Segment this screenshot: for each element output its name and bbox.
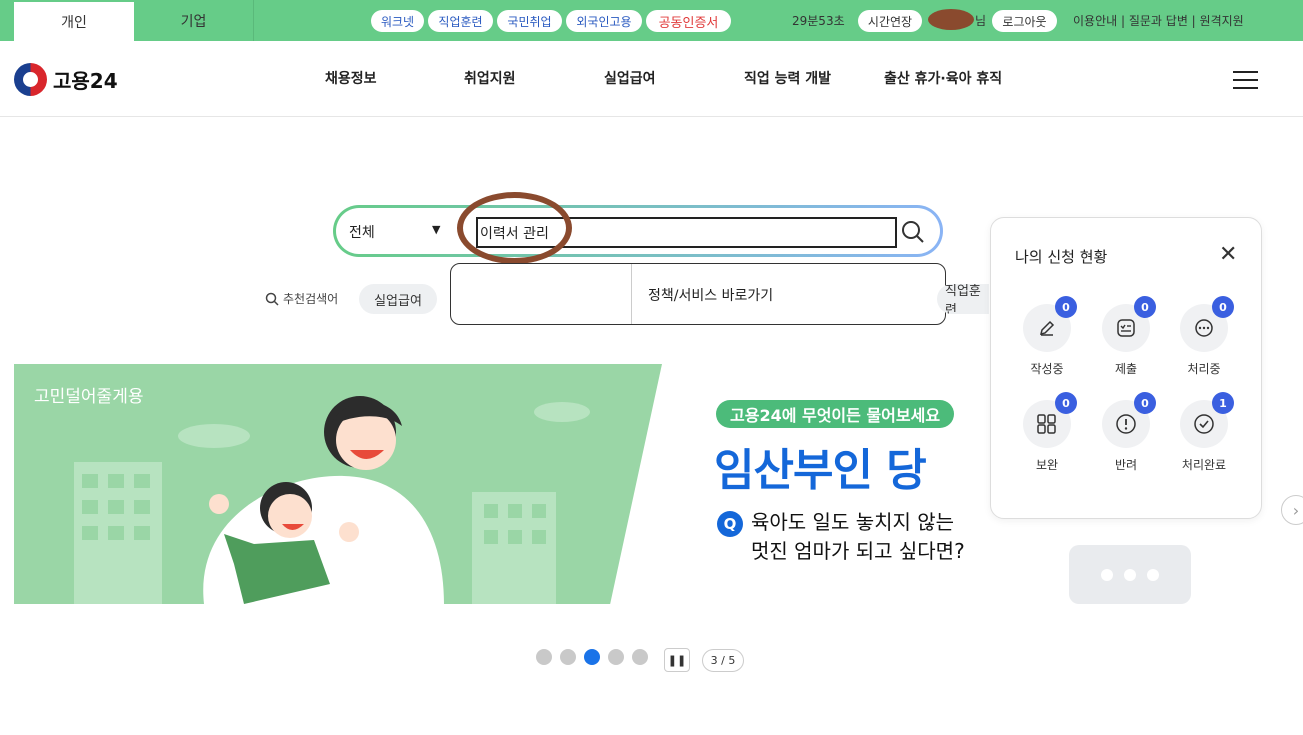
- status-label: 처리완료: [1181, 458, 1227, 472]
- checklist-icon: 0: [1102, 296, 1156, 352]
- carousel-pager: 3 / 5: [702, 649, 744, 672]
- chat-bubble-icon: [1069, 545, 1191, 604]
- grid-icon: 0: [1023, 392, 1077, 448]
- nav-item-jobs[interactable]: 채용정보: [325, 68, 377, 88]
- recommended-keywords: 추천검색어: [265, 290, 338, 307]
- alert-icon: 0: [1102, 392, 1156, 448]
- taegeuk-logo-icon: [14, 63, 47, 96]
- policy-service-shortcut[interactable]: 정책/서비스 바로가기: [648, 285, 773, 305]
- status-label: 제출: [1114, 362, 1138, 376]
- quick-link-foreign-employment[interactable]: 외국인고용: [566, 10, 642, 32]
- dropdown-divider: [631, 264, 632, 324]
- main-header: 고용24 채용정보 취업지원 실업급여 직업 능력 개발 출산 휴가·육아 휴직: [0, 41, 1303, 117]
- top-bar: 개인 기업 워크넷 직업훈련 국민취업 외국인고용 공동인증서 29분53초 시…: [0, 0, 1303, 41]
- banner-question-line1: 육아도 일도 놓치지 않는: [751, 510, 955, 534]
- count-badge: 0: [1212, 296, 1234, 318]
- nav-item-parental-leave[interactable]: 출산 휴가·육아 휴직: [884, 68, 1002, 88]
- quick-link-training[interactable]: 직업훈련: [428, 10, 493, 32]
- carousel-dot-active[interactable]: [584, 649, 600, 665]
- nav-item-unemployment-benefit[interactable]: 실업급여: [604, 68, 656, 88]
- pencil-icon: 0: [1023, 296, 1077, 352]
- banner-corner-title: 고민덜어줄게용: [34, 387, 144, 407]
- count-badge: 0: [1134, 296, 1156, 318]
- count-badge: 0: [1055, 296, 1077, 318]
- keyword-chip[interactable]: 직업훈련: [937, 284, 989, 314]
- search-small-icon: [265, 292, 279, 306]
- menu-icon[interactable]: [1233, 71, 1258, 89]
- banner-question-badge: 고용24에 무엇이든 물어보세요: [716, 400, 955, 428]
- status-label: 처리중: [1187, 362, 1221, 376]
- keyword-chip[interactable]: 실업급여: [359, 284, 437, 314]
- status-item-supplement[interactable]: 0 보완: [1017, 392, 1077, 473]
- extend-time-button[interactable]: 시간연장: [858, 10, 922, 32]
- status-label: 반려: [1114, 458, 1138, 472]
- nav-item-vocational-training[interactable]: 직업 능력 개발: [744, 68, 831, 88]
- status-item-completed[interactable]: 1 처리완료: [1174, 392, 1234, 473]
- search-autocomplete-dropdown: 정책/서비스 바로가기: [450, 263, 946, 325]
- ellipsis-icon: 0: [1180, 296, 1234, 352]
- link-qna[interactable]: 질문과 답변: [1129, 14, 1188, 28]
- chevron-right-icon[interactable]: ›: [1281, 495, 1303, 525]
- session-timer: 29분53초: [792, 14, 845, 28]
- status-item-processing[interactable]: 0 처리중: [1174, 296, 1234, 377]
- nav-item-employment-support[interactable]: 취업지원: [464, 68, 516, 88]
- status-item-writing[interactable]: 0 작성중: [1017, 296, 1077, 377]
- link-remote-support[interactable]: 원격지원: [1200, 14, 1244, 28]
- status-label: 보완: [1035, 458, 1059, 472]
- status-item-rejected[interactable]: 0 반려: [1096, 392, 1156, 473]
- pause-icon[interactable]: ❚❚: [664, 648, 690, 672]
- link-usage-guide[interactable]: 이용안내: [1073, 14, 1117, 28]
- search-bar: 전체 ▼: [333, 205, 943, 257]
- top-links: 이용안내 | 질문과 답변 | 원격지원: [1073, 12, 1244, 29]
- carousel-dot[interactable]: [632, 649, 648, 665]
- search-category-select[interactable]: 전체: [349, 222, 375, 242]
- logo-text: 고용24: [53, 69, 118, 93]
- application-status-panel: 나의 신청 현황 ✕ 0 작성중 0 제출 0 처리중 0 보완 0 반려 1 …: [990, 217, 1262, 519]
- carousel-dots: [536, 649, 648, 665]
- close-icon[interactable]: ✕: [1219, 242, 1237, 267]
- link-separator: |: [1187, 14, 1200, 28]
- status-label: 작성중: [1030, 362, 1064, 376]
- banner-question-line2: 멋진 엄마가 되고 싶다면?: [751, 538, 965, 563]
- dropdown-arrow-icon[interactable]: ▼: [432, 223, 440, 236]
- panel-title: 나의 신청 현황: [1015, 248, 1108, 266]
- carousel-dot[interactable]: [608, 649, 624, 665]
- quick-link-certificate[interactable]: 공동인증서: [646, 10, 731, 32]
- banner-question: Q 육아도 일도 놓치지 않는 멋진 엄마가 되고 싶다면?: [717, 508, 965, 565]
- tab-business[interactable]: 기업: [134, 0, 254, 41]
- quick-link-worknet[interactable]: 워크넷: [371, 10, 424, 32]
- link-separator: |: [1117, 14, 1129, 28]
- logout-button[interactable]: 로그아웃: [992, 10, 1057, 32]
- count-badge: 1: [1212, 392, 1234, 414]
- redaction-mark: [928, 9, 974, 30]
- status-item-submitted[interactable]: 0 제출: [1096, 296, 1156, 377]
- user-name-suffix: 님: [975, 14, 987, 28]
- carousel-dot[interactable]: [536, 649, 552, 665]
- count-badge: 0: [1134, 392, 1156, 414]
- site-logo[interactable]: 고용24: [14, 63, 118, 96]
- search-icon[interactable]: [900, 219, 926, 249]
- quick-link-national-employment[interactable]: 국민취업: [497, 10, 562, 32]
- carousel-dot[interactable]: [560, 649, 576, 665]
- q-mark-icon: Q: [717, 510, 743, 537]
- annotation-circle: [457, 192, 572, 264]
- recommend-label: 추천검색어: [283, 292, 339, 306]
- banner-headline: 임산부인 당: [714, 445, 927, 496]
- count-badge: 0: [1055, 392, 1077, 414]
- tab-personal[interactable]: 개인: [14, 2, 134, 41]
- check-circle-icon: 1: [1180, 392, 1234, 448]
